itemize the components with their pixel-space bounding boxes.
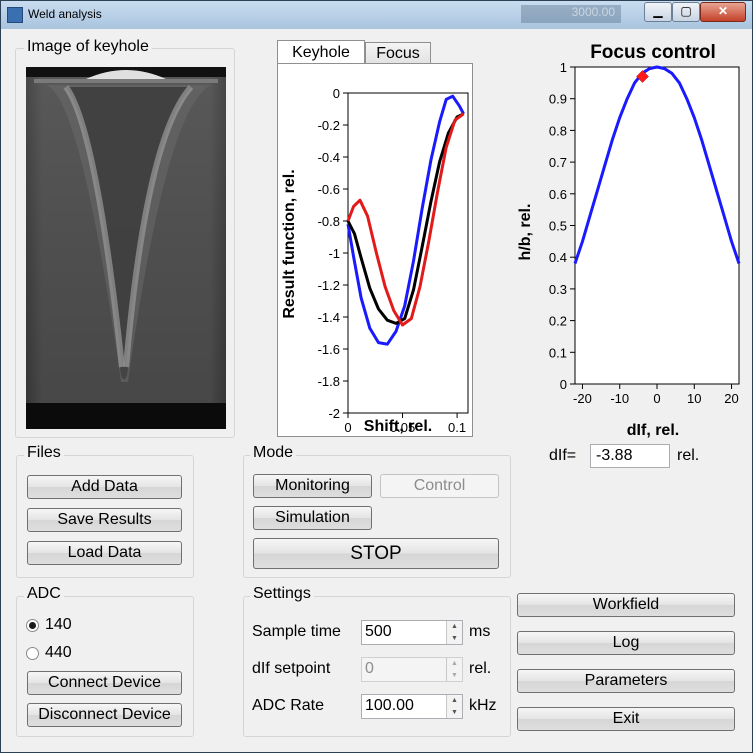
dif-setpoint-spinbox[interactable]: 0 ▲ ▼: [361, 657, 463, 682]
focus-plot-ytick-label: 0: [560, 377, 567, 392]
adc-rate-spinbox[interactable]: 100.00 ▲ ▼: [361, 694, 463, 719]
app-icon: [7, 7, 23, 23]
connect-device-button[interactable]: Connect Device: [27, 671, 182, 695]
tab-focus[interactable]: Focus: [365, 42, 431, 63]
sample-time-label: Sample time: [252, 623, 341, 640]
result-plot-xlabel: Shift, rel.: [364, 418, 432, 435]
sample-time-spinbox[interactable]: 500 ▲ ▼: [361, 620, 463, 645]
focus-control-plot: Focus control 1 0.9 0.8 0.7 0.6 0.5 0.4 0.3 0.2 0…: [517, 42, 741, 439]
simulation-button[interactable]: Simulation: [253, 506, 372, 530]
result-plot-ytick-label: -0.8: [318, 214, 340, 229]
client-area: Image of keyhole Keyhole Focus 0 -0.2 -0…: [7, 29, 746, 746]
sample-time-value: 500: [365, 623, 392, 640]
window-title: Weld analysis: [28, 7, 102, 21]
focus-plot-ytick-label: 0.7: [549, 155, 567, 170]
result-plot-ylabel: Result function, rel.: [281, 169, 298, 318]
result-plot-ytick-label: -1: [328, 246, 340, 261]
result-plot-ytick-label: -1.2: [318, 278, 340, 293]
control-button[interactable]: Control: [380, 474, 499, 498]
spin-down-icon[interactable]: ▼: [446, 632, 462, 644]
focus-plot-xlabel: dIf, rel.: [627, 422, 679, 439]
files-group-title: Files: [24, 444, 64, 462]
adc-radio-440-label: 440: [45, 644, 72, 661]
save-results-button[interactable]: Save Results: [27, 508, 182, 532]
adc-rate-label: ADC Rate: [252, 697, 325, 714]
result-plot-ytick-label: -2: [328, 406, 340, 421]
focus-plot-frame: [574, 66, 740, 385]
close-icon: ✕: [717, 4, 729, 18]
result-plot-xtick-label: 0.1: [448, 420, 466, 435]
disconnect-device-button[interactable]: Disconnect Device: [27, 703, 182, 727]
adc-radio-440[interactable]: [26, 647, 39, 660]
dif-setpoint-unit: rel.: [469, 660, 492, 677]
minimize-button[interactable]: ▁: [644, 2, 672, 22]
focus-plot-xtick-label: -20: [573, 391, 592, 406]
adc-rate-unit: kHz: [469, 697, 497, 714]
dif-unit: rel.: [677, 447, 700, 464]
focus-plot-xtick-label: -10: [610, 391, 629, 406]
spin-up-icon[interactable]: ▲: [446, 621, 462, 633]
spin-down-icon[interactable]: ▼: [446, 669, 462, 681]
parameters-button[interactable]: Parameters: [517, 669, 735, 693]
adc-radio-140-label: 140: [45, 616, 72, 633]
sample-time-unit: ms: [469, 623, 491, 640]
keyhole-image: [26, 67, 226, 429]
add-data-button[interactable]: Add Data: [27, 475, 182, 499]
result-function-plot: 0 -0.2 -0.4 -0.6 -0.8 -1 -1.2 -1.4 -1.6 -1.8 -2 0 0.…: [281, 86, 469, 435]
background-window-title: 3000.00: [521, 5, 621, 23]
focus-plot-ytick-label: 0.5: [549, 219, 567, 234]
main-window: Weld analysis 3000.00 ▁ ▢ ✕ Image of key…: [0, 0, 753, 753]
result-plot-ytick-label: -1.4: [318, 310, 340, 325]
result-plot-ytick-label: -1.8: [318, 374, 340, 389]
focus-plot-ytick-label: 0.8: [549, 123, 567, 138]
focus-plot-ylabel: h/b, rel.: [517, 204, 534, 261]
focus-plot-ytick-label: 1: [560, 60, 567, 75]
settings-group-title: Settings: [250, 585, 314, 603]
maximize-icon: ▢: [680, 4, 692, 18]
adc-group-title: ADC: [24, 585, 64, 603]
focus-plot-xtick-label: 10: [687, 391, 701, 406]
result-plot-ytick-label: -0.4: [318, 150, 340, 165]
spin-down-icon[interactable]: ▼: [446, 706, 462, 718]
title-bar: Weld analysis 3000.00 ▁ ▢ ✕: [1, 1, 752, 29]
spin-up-icon[interactable]: ▲: [446, 695, 462, 707]
focus-plot-ytick-label: 0.9: [549, 92, 567, 107]
stop-button[interactable]: STOP: [253, 538, 499, 569]
focus-plot-title: Focus control: [590, 42, 716, 63]
result-plot-ytick-label: -0.2: [318, 118, 340, 133]
adc-rate-value: 100.00: [365, 697, 414, 714]
result-plot-frame: [347, 92, 469, 414]
focus-plot-ytick-label: 0.6: [549, 187, 567, 202]
focus-plot-ytick-label: 0.4: [549, 250, 567, 265]
dif-setpoint-label: dIf setpoint: [252, 660, 331, 677]
exit-button[interactable]: Exit: [517, 707, 735, 731]
focus-plot-axes: 1 0.9 0.8 0.7 0.6 0.5 0.4 0.3 0.2 0.1 0 -20 -10 0 10 20: [549, 60, 740, 406]
keyhole-group-title: Image of keyhole: [24, 38, 152, 56]
focus-plot-ytick-label: 0.3: [549, 282, 567, 297]
result-plot-ytick-label: -0.6: [318, 182, 340, 197]
tab-keyhole[interactable]: Keyhole: [277, 40, 365, 64]
workfield-button[interactable]: Workfield: [517, 593, 735, 617]
dif-value: -3.88: [596, 447, 633, 464]
spin-up-icon[interactable]: ▲: [446, 658, 462, 670]
adc-radio-140[interactable]: [26, 619, 39, 632]
monitoring-button[interactable]: Monitoring: [253, 474, 372, 498]
dif-value-field[interactable]: -3.88: [590, 444, 670, 468]
log-button[interactable]: Log: [517, 631, 735, 655]
dif-label: dIf=: [549, 447, 577, 464]
mode-group-title: Mode: [250, 444, 297, 462]
minimize-icon: ▁: [653, 4, 663, 18]
result-plot-xtick-label: 0: [344, 420, 351, 435]
result-plot-ytick-label: -1.6: [318, 342, 340, 357]
close-button[interactable]: ✕: [700, 2, 746, 22]
load-data-button[interactable]: Load Data: [27, 541, 182, 565]
focus-plot-ytick-label: 0.1: [549, 345, 567, 360]
focus-plot-xtick-label: 0: [653, 391, 660, 406]
dif-setpoint-value: 0: [365, 660, 374, 677]
focus-plot-xtick-label: 20: [724, 391, 738, 406]
result-plot-ytick-label: 0: [333, 86, 340, 101]
maximize-button[interactable]: ▢: [672, 2, 700, 22]
focus-plot-ytick-label: 0.2: [549, 314, 567, 329]
